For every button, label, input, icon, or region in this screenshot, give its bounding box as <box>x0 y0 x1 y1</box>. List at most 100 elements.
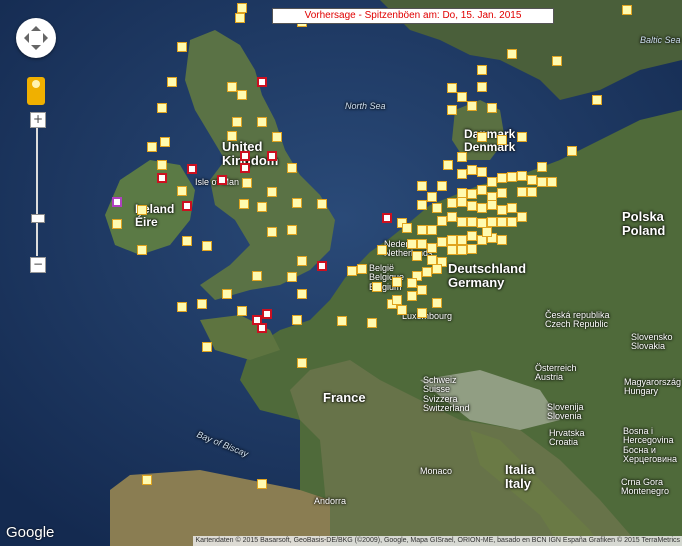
station-marker-purple[interactable] <box>112 197 122 207</box>
station-marker-yellow[interactable] <box>517 212 527 222</box>
station-marker-yellow[interactable] <box>507 49 517 59</box>
station-marker-yellow[interactable] <box>237 306 247 316</box>
station-marker-yellow[interactable] <box>292 198 302 208</box>
station-marker-yellow[interactable] <box>232 117 242 127</box>
station-marker-yellow[interactable] <box>537 177 547 187</box>
station-marker-yellow[interactable] <box>457 217 467 227</box>
station-marker-yellow[interactable] <box>507 217 517 227</box>
station-marker-yellow[interactable] <box>477 203 487 213</box>
station-marker-yellow[interactable] <box>239 199 249 209</box>
station-marker-yellow[interactable] <box>417 285 427 295</box>
station-marker-yellow[interactable] <box>527 187 537 197</box>
station-marker-yellow[interactable] <box>237 90 247 100</box>
station-marker-yellow[interactable] <box>497 188 507 198</box>
station-marker-yellow[interactable] <box>507 203 517 213</box>
station-marker-yellow[interactable] <box>477 82 487 92</box>
station-marker-yellow[interactable] <box>257 479 267 489</box>
station-marker-yellow[interactable] <box>397 305 407 315</box>
station-marker-yellow[interactable] <box>337 316 347 326</box>
station-marker-red[interactable] <box>267 151 277 161</box>
station-marker-yellow[interactable] <box>447 198 457 208</box>
station-marker-yellow[interactable] <box>147 142 157 152</box>
station-marker-yellow[interactable] <box>567 146 577 156</box>
station-marker-yellow[interactable] <box>457 152 467 162</box>
station-marker-yellow[interactable] <box>417 181 427 191</box>
station-marker-yellow[interactable] <box>467 231 477 241</box>
zoom-slider-handle[interactable] <box>31 214 45 223</box>
station-marker-yellow[interactable] <box>292 315 302 325</box>
station-marker-yellow[interactable] <box>432 264 442 274</box>
station-marker-yellow[interactable] <box>367 318 377 328</box>
pan-up-icon[interactable] <box>31 21 41 31</box>
station-marker-yellow[interactable] <box>177 186 187 196</box>
station-marker-yellow[interactable] <box>137 205 147 215</box>
station-marker-red[interactable] <box>240 151 250 161</box>
station-marker-yellow[interactable] <box>392 277 402 287</box>
station-marker-yellow[interactable] <box>432 203 442 213</box>
station-marker-yellow[interactable] <box>497 135 507 145</box>
zoom-in-button[interactable]: + <box>30 112 46 128</box>
station-marker-yellow[interactable] <box>467 165 477 175</box>
station-marker-yellow[interactable] <box>222 289 232 299</box>
pan-down-icon[interactable] <box>31 45 41 55</box>
station-marker-yellow[interactable] <box>160 137 170 147</box>
station-marker-yellow[interactable] <box>487 103 497 113</box>
station-marker-red[interactable] <box>257 77 267 87</box>
station-marker-red[interactable] <box>262 309 272 319</box>
station-marker-yellow[interactable] <box>517 132 527 142</box>
station-marker-yellow[interactable] <box>552 56 562 66</box>
station-marker-yellow[interactable] <box>447 212 457 222</box>
station-marker-yellow[interactable] <box>267 227 277 237</box>
station-marker-yellow[interactable] <box>457 235 467 245</box>
station-marker-yellow[interactable] <box>467 201 477 211</box>
pan-left-icon[interactable] <box>19 33 29 43</box>
station-marker-yellow[interactable] <box>202 241 212 251</box>
station-marker-yellow[interactable] <box>457 245 467 255</box>
station-marker-yellow[interactable] <box>167 77 177 87</box>
station-marker-yellow[interactable] <box>443 160 453 170</box>
station-marker-yellow[interactable] <box>497 173 507 183</box>
station-marker-yellow[interactable] <box>417 200 427 210</box>
station-marker-yellow[interactable] <box>497 205 507 215</box>
station-marker-yellow[interactable] <box>447 245 457 255</box>
station-marker-yellow[interactable] <box>487 217 497 227</box>
station-marker-yellow[interactable] <box>437 237 447 247</box>
station-marker-yellow[interactable] <box>487 177 497 187</box>
station-marker-yellow[interactable] <box>257 117 267 127</box>
station-marker-red[interactable] <box>257 323 267 333</box>
station-marker-yellow[interactable] <box>457 92 467 102</box>
station-marker-yellow[interactable] <box>477 185 487 195</box>
station-marker-yellow[interactable] <box>427 243 437 253</box>
station-marker-red[interactable] <box>240 163 250 173</box>
station-marker-yellow[interactable] <box>477 65 487 75</box>
station-marker-yellow[interactable] <box>622 5 632 15</box>
station-marker-yellow[interactable] <box>517 187 527 197</box>
station-marker-yellow[interactable] <box>457 169 467 179</box>
station-marker-yellow[interactable] <box>477 167 487 177</box>
station-marker-yellow[interactable] <box>227 131 237 141</box>
station-marker-yellow[interactable] <box>297 289 307 299</box>
google-logo[interactable]: Google <box>6 524 54 541</box>
station-marker-yellow[interactable] <box>137 245 147 255</box>
pegman-icon[interactable] <box>27 77 45 105</box>
station-marker-yellow[interactable] <box>517 171 527 181</box>
station-marker-yellow[interactable] <box>372 282 382 292</box>
station-marker-yellow[interactable] <box>432 298 442 308</box>
pan-control[interactable] <box>16 18 56 58</box>
station-marker-yellow[interactable] <box>182 236 192 246</box>
station-marker-yellow[interactable] <box>267 187 277 197</box>
station-marker-yellow[interactable] <box>412 251 422 261</box>
station-marker-yellow[interactable] <box>447 83 457 93</box>
station-marker-yellow[interactable] <box>457 197 467 207</box>
zoom-track[interactable] <box>36 126 38 256</box>
station-marker-red[interactable] <box>217 175 227 185</box>
station-marker-yellow[interactable] <box>427 192 437 202</box>
station-marker-yellow[interactable] <box>252 271 262 281</box>
station-marker-yellow[interactable] <box>157 160 167 170</box>
station-marker-yellow[interactable] <box>317 199 327 209</box>
station-marker-yellow[interactable] <box>422 267 432 277</box>
station-marker-yellow[interactable] <box>197 299 207 309</box>
station-marker-yellow[interactable] <box>497 217 507 227</box>
map-canvas[interactable]: North Sea Baltic Sea Bay of Biscay Unite… <box>0 0 682 546</box>
station-marker-yellow[interactable] <box>447 105 457 115</box>
